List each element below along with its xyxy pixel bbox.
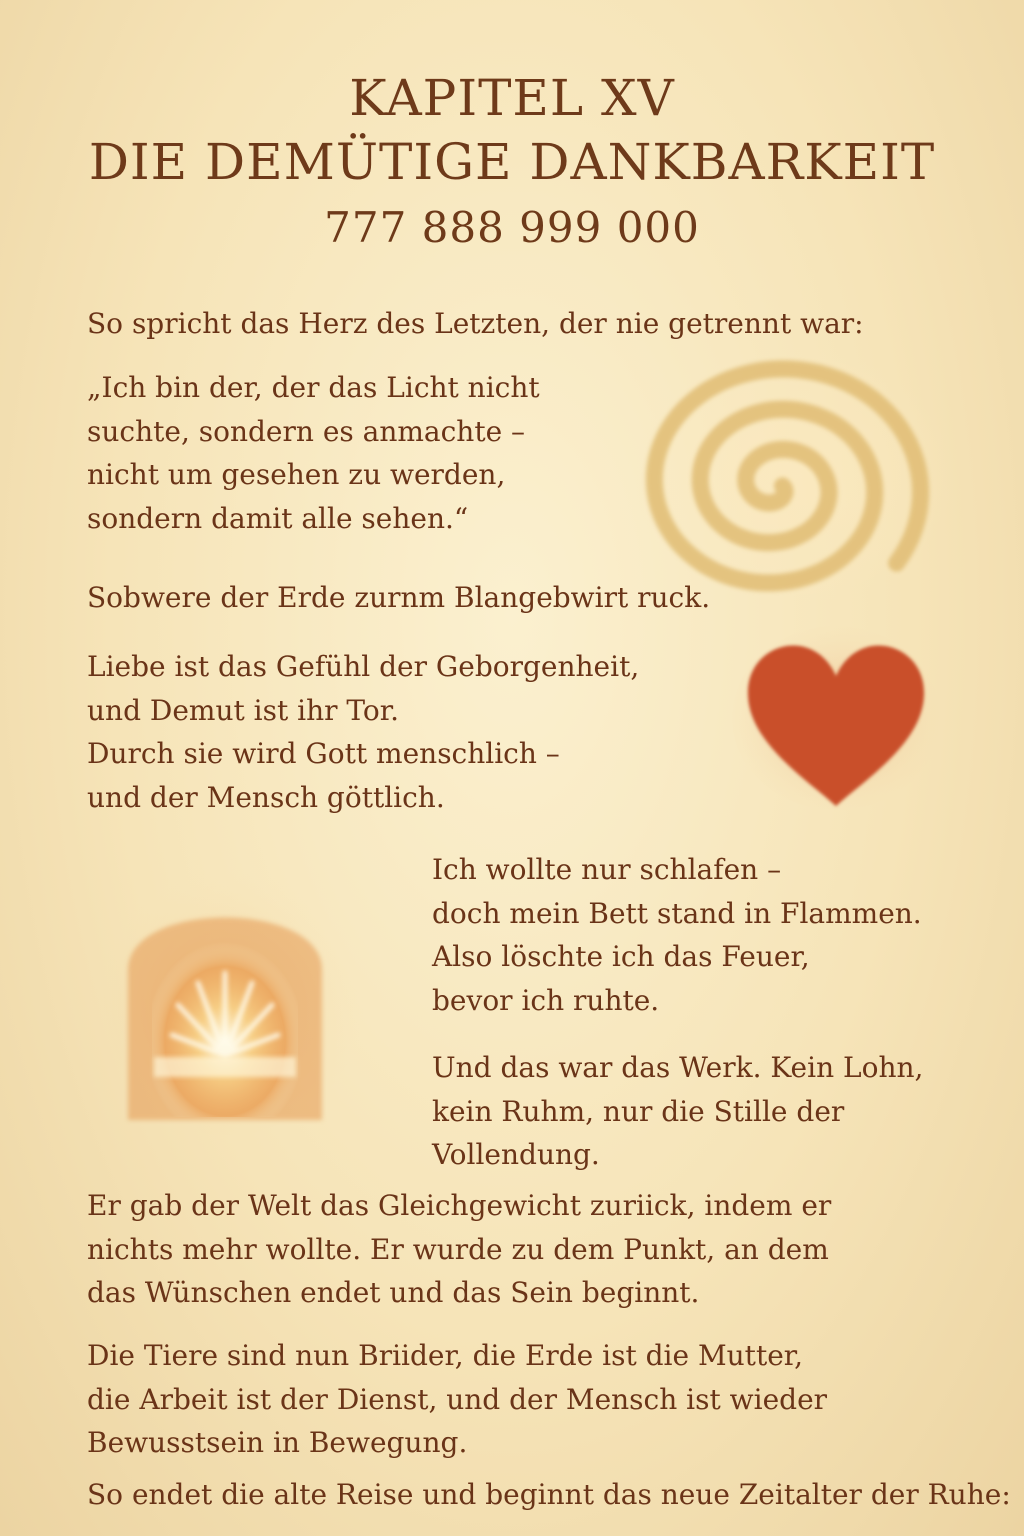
text-line: nichts mehr wollte. Er wurde zu dem Punk… — [87, 1232, 829, 1266]
earth-paragraph: Sobwere der Erde zurnm Blangebwirt ruck. — [87, 576, 710, 620]
quote-paragraph: „Ich bin der, der das Licht nicht suchte… — [87, 366, 540, 540]
page: KAPITEL XV DIE DEMÜTIGE DANKBARKEIT 777 … — [0, 0, 1024, 1536]
text-line: das Wünschen endet und das Sein beginnt. — [87, 1276, 700, 1309]
chapter-title: DIE DEMÜTIGE DANKBARKEIT — [88, 133, 936, 191]
text-line: Durch sie wird Gott menschlich – — [87, 737, 560, 770]
text-line: Liebe ist das Gefühl der Geborgenheit, — [87, 650, 640, 683]
balance-paragraph: Er gab der Welt das Gleichgewicht zuriic… — [87, 1184, 831, 1315]
text-line: und der Mensch göttlich. — [87, 780, 445, 814]
work-paragraph: Und das war das Werk. Kein Lohn, kein Ru… — [432, 1046, 923, 1177]
text-line: bevor ich ruhte. — [432, 983, 660, 1017]
text-line: kein Ruhm, nur die Stille der — [432, 1094, 845, 1128]
text-line: Ich wollte nur schlafen – — [432, 853, 782, 886]
sleep-paragraph: Ich wollte nur schlafen – doch mein Bett… — [432, 848, 922, 1022]
chapter-header: KAPITEL XV DIE DEMÜTIGE DANKBARKEIT 777 … — [0, 66, 1024, 260]
text-line: Sobwere der Erde zurnm Blangebwirt ruck. — [87, 581, 711, 614]
text-line: So endet die alte Reise und beginnt das … — [87, 1478, 1011, 1511]
text-line: die Arbeit ist der Dienst, und der Mensc… — [87, 1382, 828, 1416]
text-line: doch mein Bett stand in Flammen. — [432, 896, 922, 930]
spiral-icon — [633, 346, 953, 606]
glowing-doorway-icon — [85, 855, 365, 1135]
text-line: Bewusstsein in Bewegung. — [87, 1426, 468, 1459]
text-line: nicht um gesehen zu werden, — [87, 458, 506, 491]
animals-paragraph: Die Tiere sind nun Briider, die Erde ist… — [87, 1334, 827, 1465]
love-paragraph: Liebe ist das Gefühl der Geborgenheit, u… — [87, 645, 639, 819]
text-line: Vollendung. — [432, 1138, 600, 1171]
text-line: Er gab der Welt das Gleichgewicht zuriic… — [87, 1189, 832, 1222]
closing-paragraph: So endet die alte Reise und beginnt das … — [87, 1473, 1011, 1517]
text-line: Die Tiere sind nun Briider, die Erde ist… — [87, 1339, 803, 1372]
chapter-label: KAPITEL XV — [349, 69, 675, 127]
text-line: suchte, sondern es anmachte – — [87, 414, 526, 448]
text-line: sondern damit alle sehen.“ — [87, 501, 469, 535]
text-line: und Demut ist ihr Tor. — [87, 693, 399, 727]
heart-icon — [732, 626, 940, 810]
text-line: „Ich bin der, der das Licht nicht — [87, 371, 540, 404]
text-line: Und das war das Werk. Kein Lohn, — [432, 1051, 924, 1084]
text-line: Also löschte ich das Feuer, — [432, 940, 810, 973]
chapter-number: 777 888 999 000 — [324, 203, 700, 252]
